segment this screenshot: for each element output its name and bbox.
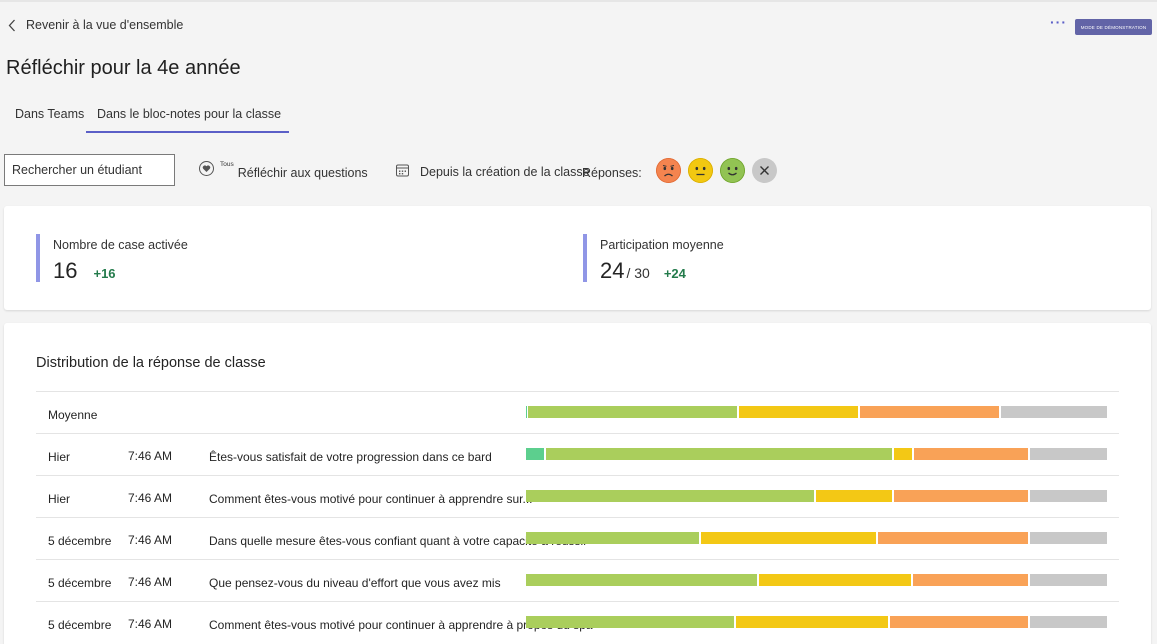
table-row[interactable]: Hier 7:46 AM Êtes-vous satisfait de votr… xyxy=(36,433,1119,475)
bar-segment-none xyxy=(1029,574,1107,586)
response-distribution-bar xyxy=(526,490,1109,502)
row-time: 7:46 AM xyxy=(128,617,173,631)
average-participation-stat: Participation moyenne 24 / 30 +24 xyxy=(583,234,1003,283)
summary-stats-card: Nombre de case activée 16 +16 Participat… xyxy=(4,206,1151,310)
response-distribution-bar xyxy=(526,616,1109,628)
table-row[interactable]: Hier 7:46 AM Comment êtes-vous motivé po… xyxy=(36,475,1119,517)
table-row[interactable]: Moyenne xyxy=(36,391,1119,433)
row-date: Hier xyxy=(48,450,71,464)
row-time: 7:46 AM xyxy=(128,449,173,463)
distribution-title: Distribution de la réponse de classe xyxy=(36,355,266,371)
bar-segment-neutral xyxy=(815,490,893,502)
calendar-icon xyxy=(395,163,410,181)
neutral-face-icon[interactable] xyxy=(688,158,713,183)
student-search-input[interactable] xyxy=(4,154,175,186)
questions-filter-prefix: Tous xyxy=(220,160,234,168)
response-distribution-bar xyxy=(526,574,1109,586)
date-range-filter-label: Depuis la création de la classe xyxy=(420,165,590,179)
response-distribution-bar xyxy=(526,406,1109,418)
happy-face-icon[interactable] xyxy=(720,158,745,183)
bar-segment-sad xyxy=(894,490,1029,502)
bar-segment-sad xyxy=(877,532,1029,544)
questions-filter-label: Réfléchir aux questions xyxy=(237,166,368,180)
bar-segment-none xyxy=(1029,448,1107,460)
stat-value: 16 xyxy=(53,258,78,283)
row-time: 7:46 AM xyxy=(128,491,173,505)
back-link-label: Revenir à la vue d'ensemble xyxy=(26,18,184,32)
row-date: 5 décembre xyxy=(48,576,112,590)
stat-delta: +16 xyxy=(93,266,116,281)
table-row[interactable]: 5 décembre 7:46 AM Dans quelle mesure êt… xyxy=(36,517,1119,559)
bar-segment-neutral xyxy=(738,406,859,418)
row-date: Moyenne xyxy=(48,408,98,422)
stat-label: Participation moyenne xyxy=(600,238,724,252)
row-time: 7:46 AM xyxy=(128,575,173,589)
demo-mode-badge: MODE DE DÉMONSTRATION xyxy=(1075,19,1152,35)
bar-segment-sad xyxy=(914,448,1028,460)
bar-segment-neutral xyxy=(758,574,912,586)
bar-segment-none xyxy=(1000,406,1107,418)
bar-segment-none xyxy=(1030,616,1107,628)
response-distribution-bar xyxy=(526,448,1109,460)
row-question: Que pensez-vous du niveau d'effort que v… xyxy=(209,576,501,590)
row-time: 7:46 AM xyxy=(128,533,173,547)
bar-segment-sad xyxy=(860,406,999,418)
close-icon[interactable] xyxy=(752,158,777,183)
bar-segment-neutral xyxy=(735,616,889,628)
bar-segment-happy xyxy=(526,616,734,628)
sad-face-icon[interactable] xyxy=(656,158,681,183)
chevron-left-icon xyxy=(8,19,16,32)
row-question: Comment êtes-vous motivé pour continuer … xyxy=(209,492,533,506)
stat-total: / 30 xyxy=(626,265,650,281)
tab-class-notebook[interactable]: Dans le bloc-notes pour la classe xyxy=(86,100,290,133)
row-date: 5 décembre xyxy=(48,534,112,548)
page-title: Réfléchir pour la 4e année xyxy=(6,57,241,79)
more-options-icon[interactable]: ··· xyxy=(1050,15,1067,29)
row-question: Êtes-vous satisfait de votre progression… xyxy=(209,450,492,464)
stat-value: 24 xyxy=(600,258,625,283)
response-distribution-bar xyxy=(526,532,1109,544)
date-range-filter[interactable]: Depuis la création de la classe xyxy=(395,163,590,181)
responses-filter-label: Réponses: xyxy=(582,166,642,180)
stat-delta: +24 xyxy=(663,266,686,281)
bar-segment-happy xyxy=(526,574,757,586)
stat-label: Nombre de case activée xyxy=(53,238,188,252)
bar-segment-none xyxy=(1030,490,1107,502)
back-link[interactable]: Revenir à la vue d'ensemble xyxy=(8,18,183,32)
checked-count-stat: Nombre de case activée 16 +16 xyxy=(36,234,456,283)
bar-segment-happy xyxy=(528,406,737,418)
bar-segment-happy xyxy=(526,532,700,544)
response-distribution-card: Distribution de la réponse de classe Moy… xyxy=(4,323,1151,644)
table-row[interactable]: 5 décembre 7:46 AM Que pensez-vous du ni… xyxy=(36,559,1119,601)
bar-segment-neutral xyxy=(701,532,876,544)
tab-in-teams[interactable]: Dans Teams xyxy=(15,100,84,128)
bar-segment-very-happy xyxy=(526,448,545,460)
row-date: Hier xyxy=(48,492,71,506)
table-row[interactable]: 5 décembre 7:46 AM Comment êtes-vous mot… xyxy=(36,601,1119,643)
bar-segment-none xyxy=(1030,532,1107,544)
row-date: 5 décembre xyxy=(48,618,112,632)
bar-segment-neutral xyxy=(893,448,913,460)
top-border xyxy=(0,0,1157,2)
bar-segment-very-happy xyxy=(526,406,527,418)
questions-filter[interactable]: Tous Réfléchir aux questions xyxy=(198,160,368,180)
bar-segment-sad xyxy=(913,574,1028,586)
bar-segment-happy xyxy=(546,448,892,460)
bar-segment-sad xyxy=(890,616,1029,628)
bar-segment-happy xyxy=(526,490,814,502)
heart-icon xyxy=(198,160,215,180)
